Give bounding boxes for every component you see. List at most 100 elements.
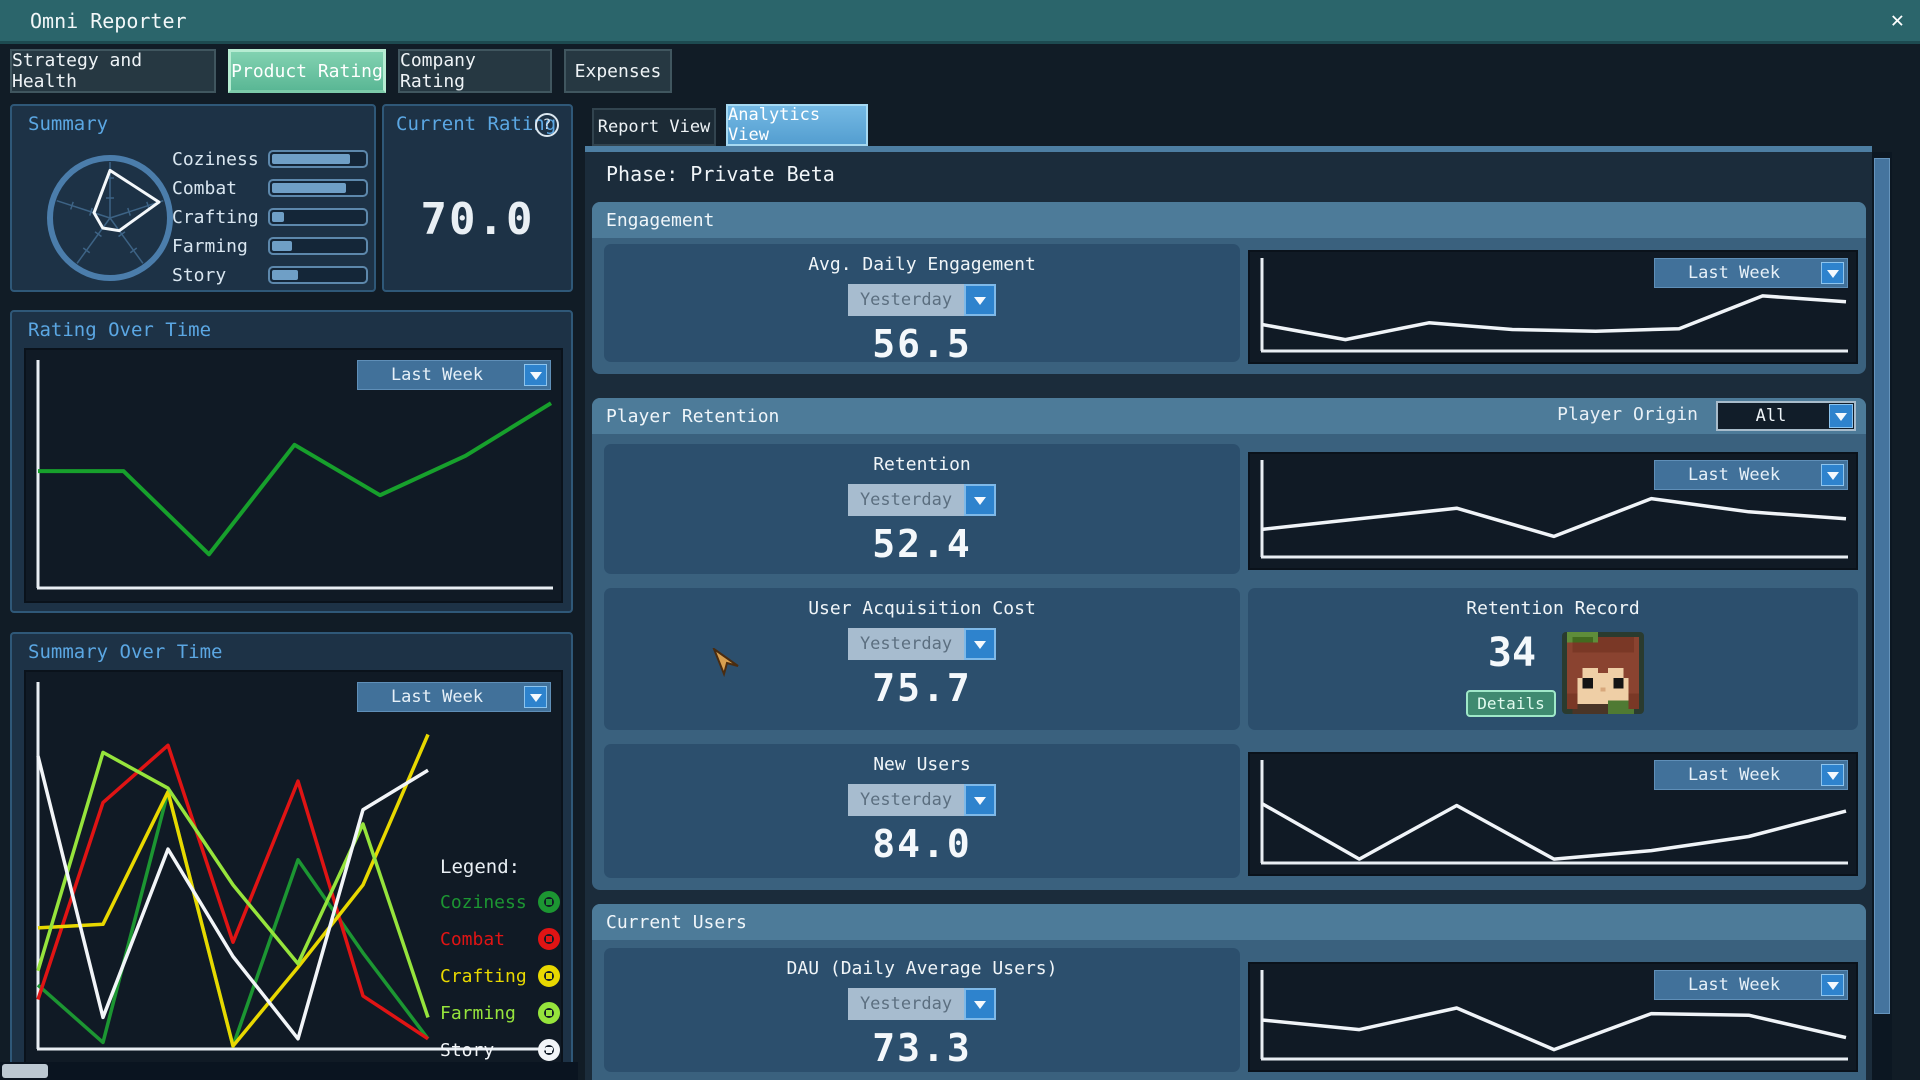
legend-ring-icon: [538, 1002, 560, 1024]
current-rating-title: Current Rating: [396, 113, 556, 135]
tab-label: Report View: [598, 117, 711, 137]
legend-label: Story: [440, 1040, 494, 1061]
legend-item: Coziness: [440, 890, 560, 914]
metric-title: User Acquisition Cost: [808, 598, 1036, 619]
stat-row: Crafting: [172, 206, 368, 228]
chevron-down-icon: [1821, 262, 1844, 284]
stat-label: Coziness: [172, 149, 268, 170]
summary-over-time-title: Summary Over Time: [28, 641, 222, 663]
scrollbar-thumb[interactable]: [2, 1064, 48, 1078]
section-title: Engagement: [606, 210, 714, 231]
range-label: Last Week: [1655, 765, 1813, 785]
help-icon[interactable]: ?: [535, 113, 559, 137]
details-button[interactable]: Details: [1466, 690, 1556, 717]
stat-row: Coziness: [172, 148, 368, 170]
player-origin-label: Player Origin: [1557, 404, 1698, 425]
rating-over-time-panel: Rating Over Time Last Week: [10, 310, 573, 613]
metric-value: 56.5: [872, 322, 972, 366]
chevron-down-icon: [964, 628, 996, 660]
range-dropdown[interactable]: Last Week: [357, 682, 551, 712]
legend-ring-icon: [538, 965, 560, 987]
new-users-card: New Users Yesterday 84.0: [604, 744, 1240, 878]
tab-report-view[interactable]: Report View: [592, 108, 716, 146]
retention-record-card: Retention Record 34 Details: [1248, 588, 1858, 730]
period-dropdown[interactable]: Yesterday: [848, 628, 996, 660]
avg-daily-engagement-card: Avg. Daily Engagement Yesterday 56.5: [604, 244, 1240, 362]
legend-item: Story: [440, 1038, 560, 1062]
rating-over-time-title: Rating Over Time: [28, 319, 211, 341]
stat-bar: [268, 237, 368, 255]
scrollbar-thumb[interactable]: [1874, 158, 1890, 1014]
stat-bar: [268, 208, 368, 226]
legend-item: Crafting: [440, 964, 560, 988]
chevron-down-icon: [1821, 464, 1844, 486]
chevron-down-icon: [964, 484, 996, 516]
period-value: Yesterday: [848, 628, 964, 660]
range-dropdown[interactable]: Last Week: [1654, 460, 1848, 490]
chevron-down-icon: [964, 988, 996, 1020]
details-label: Details: [1477, 694, 1544, 713]
legend-item: Farming: [440, 1001, 560, 1025]
period-dropdown[interactable]: Yesterday: [848, 784, 996, 816]
dau-chart: Last Week: [1248, 962, 1858, 1072]
metric-value: 73.3: [872, 1026, 972, 1070]
metric-value: 84.0: [872, 822, 972, 866]
chevron-down-icon: [964, 284, 996, 316]
title-bar: Omni Reporter ✕: [0, 0, 1920, 44]
chevron-down-icon: [524, 364, 547, 386]
summary-title: Summary: [28, 113, 108, 135]
range-dropdown[interactable]: Last Week: [1654, 970, 1848, 1000]
legend-title: Legend:: [440, 856, 560, 878]
record-value: 34: [1462, 630, 1562, 676]
legend-label: Crafting: [440, 966, 527, 987]
period-dropdown[interactable]: Yesterday: [848, 284, 996, 316]
legend-ring-icon: [538, 1039, 560, 1061]
tab-company-rating[interactable]: Company Rating: [398, 49, 552, 93]
tab-expenses[interactable]: Expenses: [564, 49, 672, 93]
stat-row: Story: [172, 264, 368, 286]
range-label: Last Week: [358, 365, 516, 385]
legend-item: Combat: [440, 927, 560, 951]
range-dropdown[interactable]: Last Week: [357, 360, 551, 390]
period-value: Yesterday: [848, 784, 964, 816]
period-dropdown[interactable]: Yesterday: [848, 484, 996, 516]
current-rating-panel: Current Rating ? 70.0: [382, 104, 573, 292]
period-dropdown[interactable]: Yesterday: [848, 988, 996, 1020]
retention-card: Retention Yesterday 52.4: [604, 444, 1240, 574]
tab-strategy-and-health[interactable]: Strategy and Health: [10, 49, 216, 93]
legend-label: Combat: [440, 929, 505, 950]
tab-label: Expenses: [575, 61, 662, 82]
range-dropdown[interactable]: Last Week: [1654, 258, 1848, 288]
summary-over-time-panel: Summary Over Time Last Week Legend: Cozi…: [10, 632, 573, 1080]
close-icon[interactable]: ✕: [1891, 8, 1904, 33]
stat-bar: [268, 179, 368, 197]
stat-label: Farming: [172, 236, 268, 257]
legend-label: Coziness: [440, 892, 527, 913]
stat-bar: [268, 150, 368, 168]
rating-over-time-chart: Last Week: [24, 348, 563, 603]
stat-row: Farming: [172, 235, 368, 257]
legend-ring-icon: [538, 928, 560, 950]
chevron-down-icon: [524, 686, 547, 708]
chevron-down-icon: [1821, 764, 1844, 786]
stat-bar: [268, 266, 368, 284]
tab-analytics-view[interactable]: Analytics View: [726, 104, 868, 146]
horizontal-scrollbar: [0, 1062, 578, 1080]
vertical-scrollbar: [1872, 152, 1892, 1080]
tab-product-rating[interactable]: Product Rating: [228, 49, 386, 93]
user-acquisition-cost-card: User Acquisition Cost Yesterday 75.7: [604, 588, 1240, 730]
section-title: Player Retention: [606, 406, 779, 427]
range-label: Last Week: [1655, 975, 1813, 995]
engagement-section: Engagement Avg. Daily Engagement Yesterd…: [592, 202, 1866, 374]
summary-panel: Summary CozinessCombatCraftingFarmingSto…: [10, 104, 376, 292]
range-dropdown[interactable]: Last Week: [1654, 760, 1848, 790]
chevron-down-icon: [1829, 404, 1853, 428]
stat-label: Crafting: [172, 207, 268, 228]
legend-label: Farming: [440, 1003, 516, 1024]
period-value: Yesterday: [848, 988, 964, 1020]
tab-label: Product Rating: [231, 61, 383, 82]
player-avatar: [1562, 632, 1644, 714]
metric-title: Avg. Daily Engagement: [808, 254, 1036, 275]
range-label: Last Week: [1655, 263, 1813, 283]
player-origin-dropdown[interactable]: All: [1716, 401, 1856, 431]
